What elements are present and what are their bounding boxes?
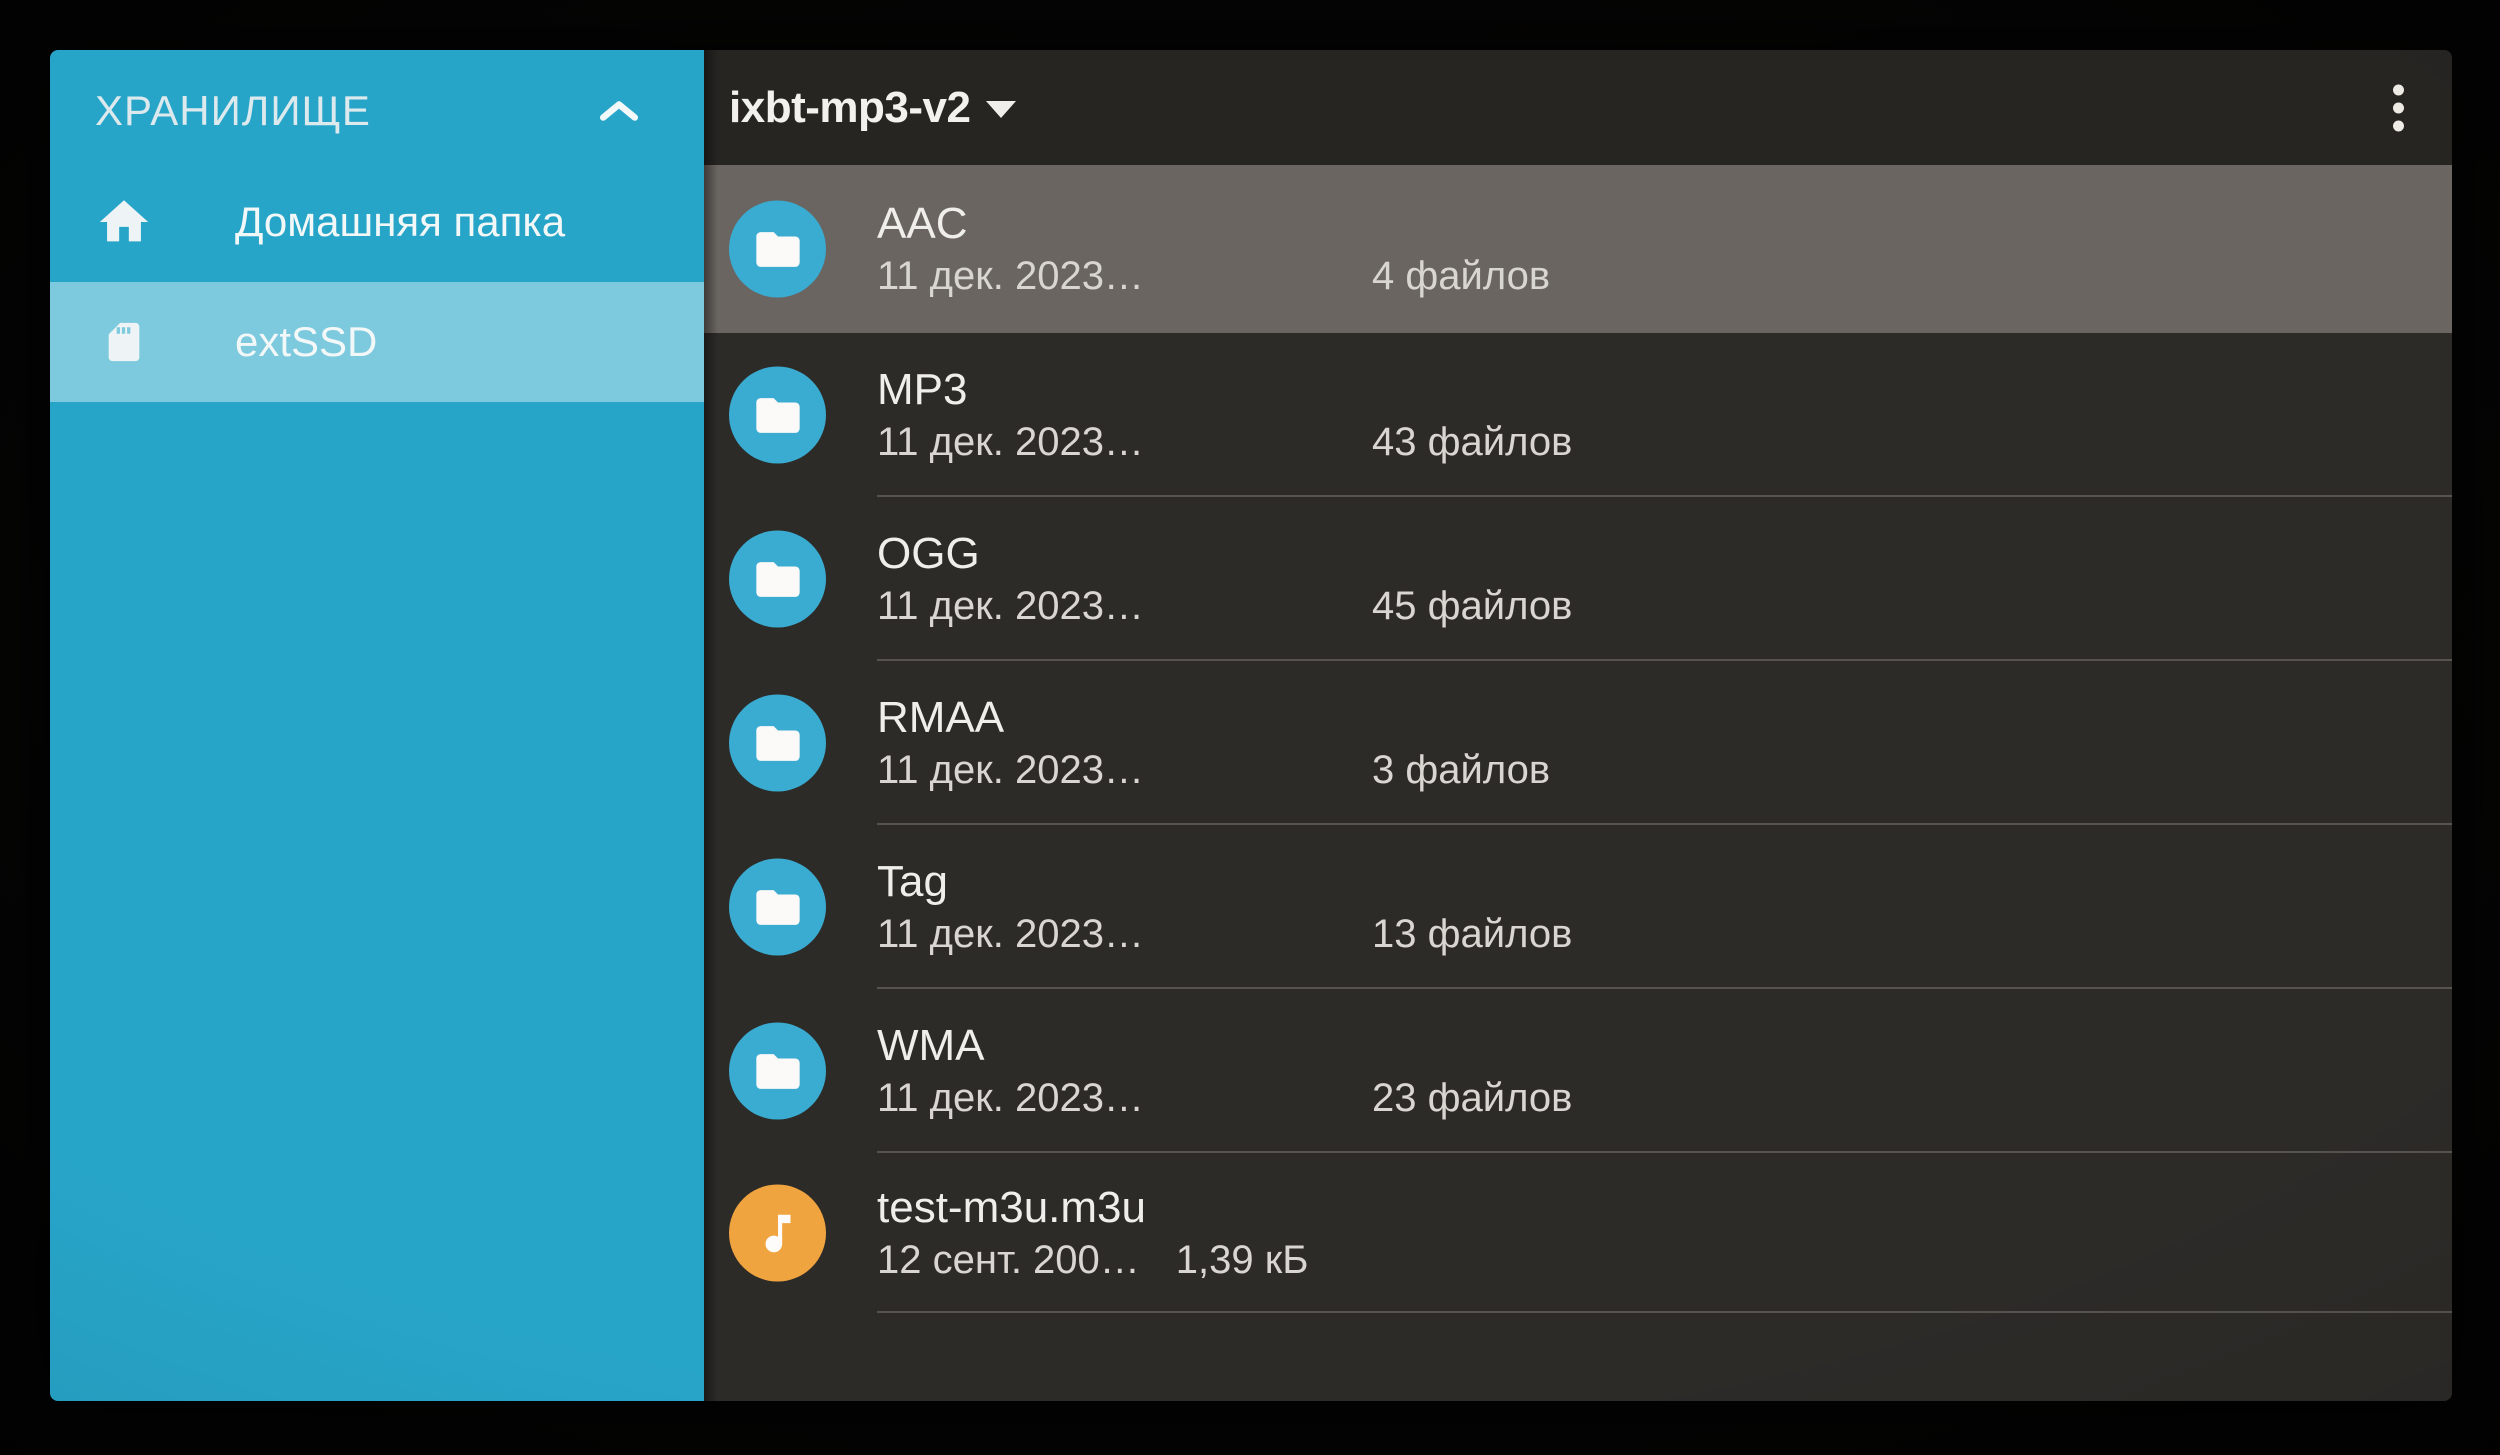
file-info: RMAA 11 дек. 2023… 3 файлов <box>877 691 1550 795</box>
folder-icon <box>729 367 826 464</box>
file-name: RMAA <box>877 691 1550 745</box>
file-info: WMA 11 дек. 2023… 23 файлов <box>877 1019 1572 1123</box>
sidebar-item-label: extSSD <box>235 318 377 366</box>
folder-icon <box>729 859 826 956</box>
storage-sidebar: ХРАНИЛИЩЕ Домашняя папка extSSD <box>50 50 704 1401</box>
file-browser-pane: ixbt-mp3-v2 AAC 11 дек. 2023… <box>704 50 2452 1401</box>
file-info: Tag 11 дек. 2023… 13 файлов <box>877 855 1572 959</box>
file-date: 12 сент. 200… <box>877 1235 1140 1285</box>
file-name: Tag <box>877 855 1572 909</box>
photo-background: ХРАНИЛИЩЕ Домашняя папка extSSD <box>0 0 2500 1455</box>
file-row-rmaa[interactable]: RMAA 11 дек. 2023… 3 файлов <box>704 661 2452 825</box>
file-row-wma[interactable]: WMA 11 дек. 2023… 23 файлов <box>704 989 2452 1153</box>
sidebar-item-extssd[interactable]: extSSD <box>50 282 704 402</box>
file-row-aac[interactable]: AAC 11 дек. 2023… 4 файлов <box>704 165 2452 333</box>
storage-section-header: ХРАНИЛИЩЕ <box>50 50 704 162</box>
file-name: OGG <box>877 527 1572 581</box>
folder-icon <box>729 695 826 792</box>
music-note-icon <box>729 1185 826 1282</box>
file-count: 43 файлов <box>1372 417 1572 467</box>
file-row-mp3[interactable]: MP3 11 дек. 2023… 43 файлов <box>704 333 2452 497</box>
file-manager-window: ХРАНИЛИЩЕ Домашняя папка extSSD <box>50 50 2452 1401</box>
file-name: test-m3u.m3u <box>877 1181 1309 1235</box>
file-name: AAC <box>877 197 1550 251</box>
folder-icon <box>729 531 826 628</box>
file-info: MP3 11 дек. 2023… 43 файлов <box>877 363 1572 467</box>
file-info: AAC 11 дек. 2023… 4 файлов <box>877 197 1550 301</box>
file-date: 11 дек. 2023… <box>877 581 1372 631</box>
file-info: test-m3u.m3u 12 сент. 200… 1,39 кБ <box>877 1181 1309 1285</box>
file-name: WMA <box>877 1019 1572 1073</box>
file-count: 13 файлов <box>1372 909 1572 959</box>
file-count: 4 файлов <box>1372 251 1550 301</box>
file-date: 11 дек. 2023… <box>877 417 1372 467</box>
home-icon <box>93 191 155 253</box>
file-date: 11 дек. 2023… <box>877 909 1372 959</box>
file-date: 11 дек. 2023… <box>877 1073 1372 1123</box>
kebab-menu-icon[interactable] <box>2383 74 2414 141</box>
sidebar-item-label: Домашняя папка <box>235 198 565 246</box>
app-bar: ixbt-mp3-v2 <box>704 50 2452 165</box>
sd-card-icon <box>93 311 155 373</box>
triangle-down-icon <box>986 101 1016 118</box>
folder-icon <box>729 1023 826 1120</box>
file-name: MP3 <box>877 363 1572 417</box>
current-folder-dropdown[interactable]: ixbt-mp3-v2 <box>704 50 1084 165</box>
file-size: 1,39 кБ <box>1176 1235 1309 1285</box>
folder-icon <box>729 201 826 298</box>
file-count: 45 файлов <box>1372 581 1572 631</box>
storage-section-title: ХРАНИЛИЩЕ <box>95 87 371 135</box>
file-date: 11 дек. 2023… <box>877 745 1372 795</box>
file-row-ogg[interactable]: OGG 11 дек. 2023… 45 файлов <box>704 497 2452 661</box>
sidebar-item-home-folder[interactable]: Домашняя папка <box>50 162 704 282</box>
file-info: OGG 11 дек. 2023… 45 файлов <box>877 527 1572 631</box>
current-folder-name: ixbt-mp3-v2 <box>729 83 970 133</box>
file-list: AAC 11 дек. 2023… 4 файлов MP3 <box>704 165 2452 1401</box>
file-row-tag[interactable]: Tag 11 дек. 2023… 13 файлов <box>704 825 2452 989</box>
file-date: 11 дек. 2023… <box>877 251 1372 301</box>
file-count: 3 файлов <box>1372 745 1550 795</box>
file-count: 23 файлов <box>1372 1073 1572 1123</box>
file-row-test-m3u[interactable]: test-m3u.m3u 12 сент. 200… 1,39 кБ <box>704 1153 2452 1313</box>
chevron-up-icon[interactable] <box>598 98 640 124</box>
